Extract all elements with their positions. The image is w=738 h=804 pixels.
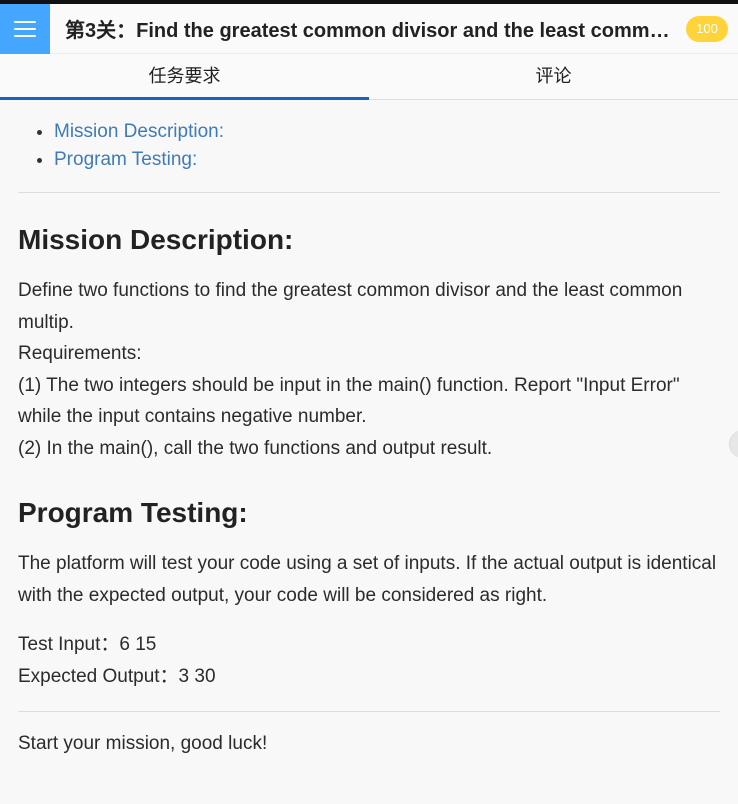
toc-link-mission-description[interactable]: Mission Description: — [54, 121, 224, 142]
test-input-label: Test Input： — [18, 634, 120, 655]
header: 第3关：Find the greatest common divisor and… — [0, 3, 738, 54]
content: Mission Description: Program Testing: Mi… — [0, 100, 738, 758]
mission-line-1: Define two functions to find the greates… — [18, 280, 683, 333]
toc-item-mission: Mission Description: — [54, 118, 720, 146]
mission-line-4: (2) In the main(), call the two function… — [18, 437, 493, 459]
divider — [18, 711, 720, 712]
divider — [18, 192, 720, 193]
closing-text: Start your mission, good luck! — [18, 733, 268, 754]
test-input-row: Test Input：6 15 — [18, 629, 720, 661]
expected-output-row: Expected Output：3 30 — [18, 661, 720, 693]
toc-item-testing: Program Testing: — [54, 146, 720, 174]
expected-output-value: 3 30 — [178, 666, 216, 687]
test-input-value: 6 15 — [119, 634, 157, 655]
score-badge: 100 — [686, 15, 728, 42]
menu-icon — [14, 20, 36, 37]
page-title: 第3关：Find the greatest common divisor and… — [65, 20, 686, 42]
testing-description: The platform will test your code using a… — [18, 553, 717, 606]
mission-description-heading: Mission Description: — [18, 224, 294, 255]
program-testing-heading: Program Testing: — [18, 497, 248, 528]
tab-task-requirements[interactable]: 任务要求 — [0, 54, 369, 100]
table-of-contents: Mission Description: Program Testing: — [18, 118, 720, 174]
mission-line-2: Requirements: — [18, 343, 142, 364]
tabs: 任务要求 评论 — [0, 54, 738, 100]
mission-line-3: (1) The two integers should be input in … — [18, 374, 680, 428]
tab-comments[interactable]: 评论 — [369, 54, 738, 99]
test-block: Test Input：6 15 Expected Output：3 30 — [18, 629, 720, 693]
menu-button[interactable] — [0, 3, 50, 54]
toc-link-program-testing[interactable]: Program Testing: — [54, 149, 197, 170]
expected-output-label: Expected Output： — [18, 666, 179, 687]
